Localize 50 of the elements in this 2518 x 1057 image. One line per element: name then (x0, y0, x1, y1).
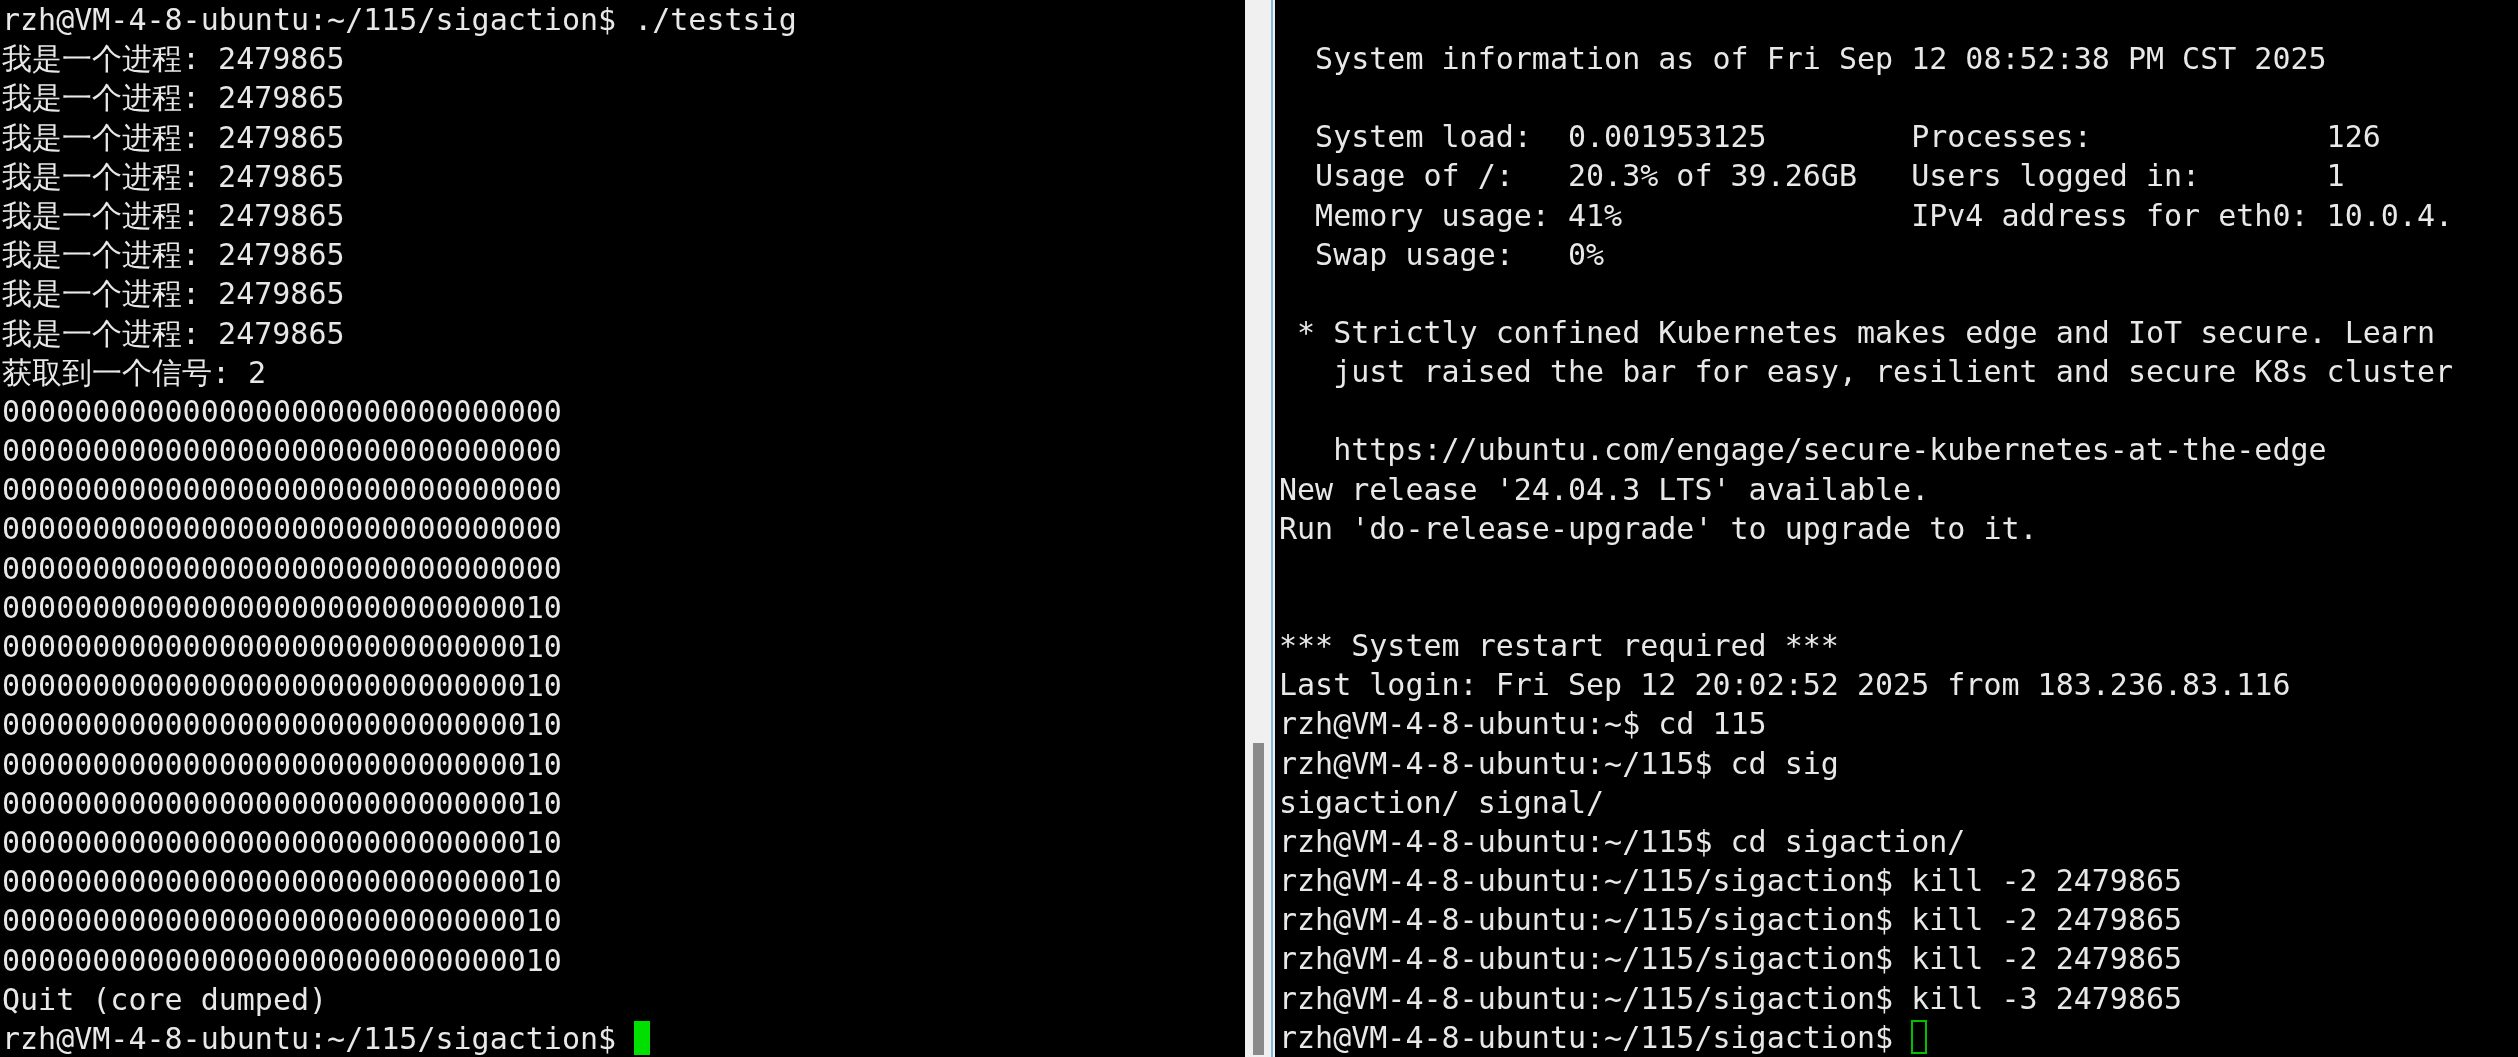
terminal-output-line: sigaction/ signal/ (1279, 783, 1605, 822)
terminal-output-line: 0000000000000000000000000000010 (2, 902, 562, 941)
terminal-output-line: 0000000000000000000000000000010 (2, 706, 562, 745)
terminal-output-line: 0000000000000000000000000000010 (2, 941, 562, 980)
shell-prompt: rzh@VM-4-8-ubuntu:~/115/sigaction$ (2, 1019, 617, 1057)
terminal-output-line: 0000000000000000000000000000000 (2, 432, 562, 471)
terminal-output-line: System load: 0.001953125 Processes: 126 (1314, 118, 2381, 157)
command-line: rzh@VM-4-8-ubuntu:~/115/sigaction$ kill -3 2479865 (1279, 979, 2183, 1018)
terminal-output-line: 0000000000000000000000000000000 (2, 510, 562, 549)
terminal-output-line: New release '24.04.3 LTS' available. (1279, 470, 1930, 509)
terminal-output-line: 0000000000000000000000000000010 (2, 667, 562, 706)
terminal-output-line: 0000000000000000000000000000010 (2, 628, 562, 666)
scrollbar[interactable] (1245, 0, 1271, 1057)
command-line: rzh@VM-4-8-ubuntu:~/115$ cd sigaction/ (1279, 822, 1966, 861)
terminal-output-line: 我是一个进程: 2479865 (2, 118, 345, 157)
terminal-output-line: 我是一个进程: 2479865 (2, 275, 345, 314)
terminal-output-line: 0000000000000000000000000000000 (2, 549, 562, 588)
terminal-output-line: Swap usage: 0% (1314, 235, 1605, 274)
terminal-output-line: 我是一个进程: 2479865 (2, 236, 345, 275)
terminal-output-line: 我是一个进程: 2479865 (2, 40, 345, 79)
terminal-output-line: 我是一个进程: 2479865 (2, 79, 345, 118)
terminal-output-line: just raised the bar for easy, resilient and secure K8s cluster (1332, 353, 2453, 392)
terminal-output-line: * Strictly confined Kubernetes makes edge and IoT secure. Learn (1296, 314, 2435, 352)
terminal-output-line: 0000000000000000000000000000010 (2, 745, 562, 784)
terminal-output-line: 我是一个进程: 2479865 (2, 314, 345, 353)
terminal-output-line: System information as of Fri Sep 12 08:52:38 PM CST 2025 (1314, 40, 2327, 78)
terminal-output-line: 0000000000000000000000000000000 (2, 471, 562, 510)
command-line: rzh@VM-4-8-ubuntu:~/115/sigaction$ kill -2 2479865 (1279, 940, 2183, 979)
command-line: rzh@VM-4-8-ubuntu:~/115/sigaction$ kill -2 2479865 (1279, 862, 2183, 901)
command-line: rzh@VM-4-8-ubuntu:~/115/sigaction$ ./testsig (2, 1, 797, 39)
terminal-output-line: Last login: Fri Sep 12 20:02:52 2025 from 183.236.83.116 (1279, 666, 2291, 705)
command-line: rzh@VM-4-8-ubuntu:~/115$ cd sig (1279, 744, 1839, 783)
terminal-output-line: Quit (core dumped) (2, 980, 328, 1019)
terminal-output-line: https://ubuntu.com/engage/secure-kubernetes-at-the-edge (1332, 431, 2327, 470)
terminal-output-line: 获取到一个信号: 2 (2, 353, 267, 392)
terminal-output-line: 0000000000000000000000000000010 (2, 784, 562, 823)
command-line: rzh@VM-4-8-ubuntu:~/115/sigaction$ kill -2 2479865 (1279, 901, 2183, 940)
terminal-output-line: 0000000000000000000000000000010 (2, 863, 562, 902)
terminal-output-line: *** System restart required *** (1279, 626, 1839, 665)
terminal-output-line: 我是一个进程: 2479865 (2, 196, 345, 235)
terminal-output-line: Memory usage: 41% IPv4 address for eth0: 10.0.4. (1314, 196, 2453, 235)
shell-prompt: rzh@VM-4-8-ubuntu:~/115/sigaction$ (1279, 1018, 1894, 1057)
command-line: rzh@VM-4-8-ubuntu:~$ cd 115 (1279, 705, 1767, 744)
terminal-output-line: 我是一个进程: 2479865 (2, 157, 345, 196)
terminal-output-line: 0000000000000000000000000000010 (2, 823, 562, 862)
terminal-output-line: Run 'do-release-upgrade' to upgrade to it. (1279, 509, 2038, 548)
scrollbar-thumb[interactable] (1252, 743, 1264, 1055)
terminal-output-line: Usage of /: 20.3% of 39.26GB Users logged in: 1 (1314, 157, 2345, 196)
terminal-output-line: 0000000000000000000000000000000 (2, 392, 562, 431)
terminal-output-line: 0000000000000000000000000000010 (2, 588, 562, 627)
